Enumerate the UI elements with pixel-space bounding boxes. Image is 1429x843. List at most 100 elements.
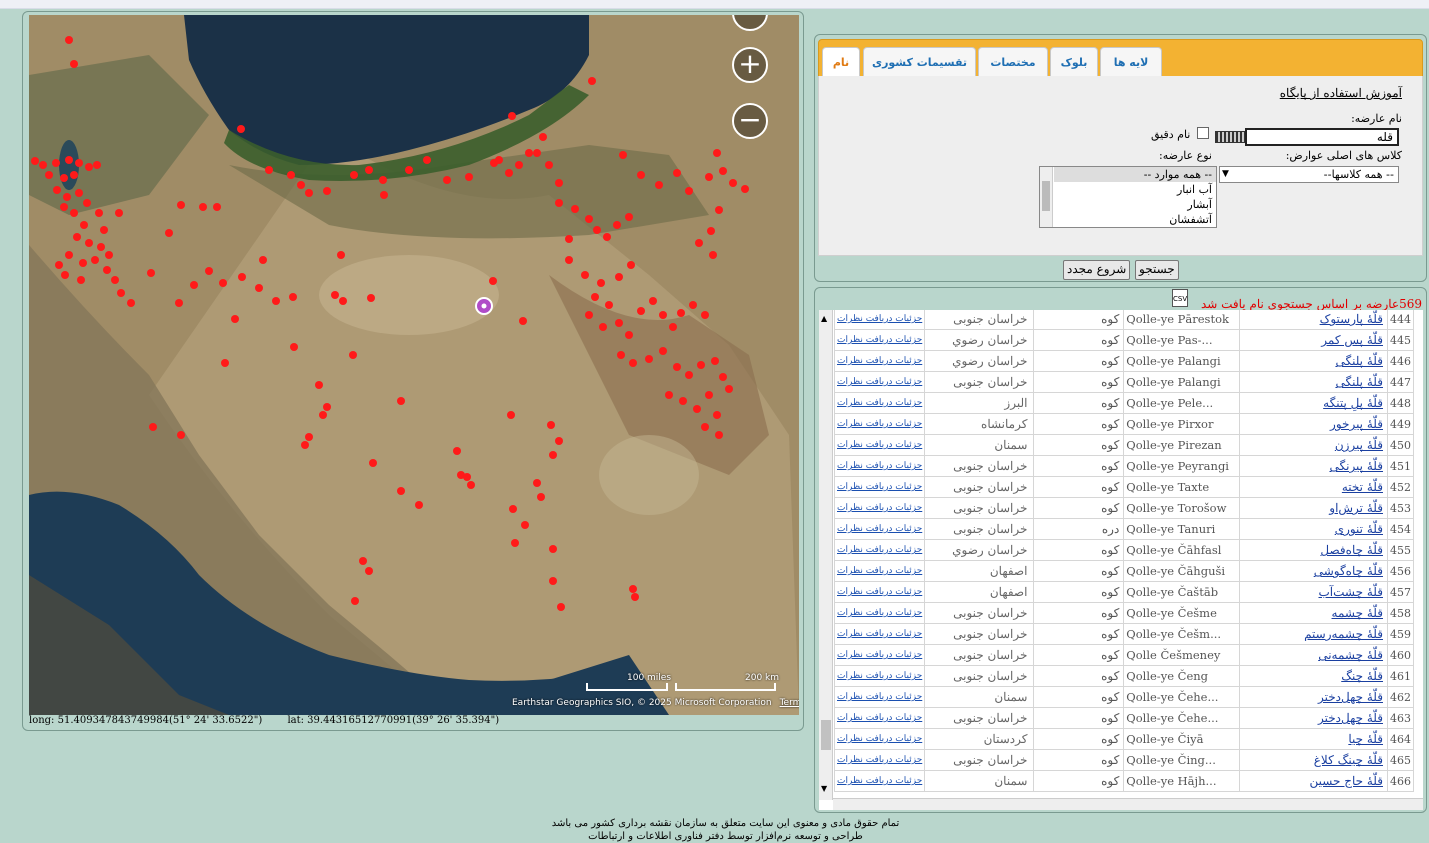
- keyboard-icon[interactable]: [1215, 131, 1245, 143]
- row-name-link[interactable]: قلّۀ چاه‌گوشی: [1239, 560, 1388, 582]
- row-province: خراسان جنوبی: [924, 749, 1035, 771]
- detail-link[interactable]: جزئیات دریافت نظرات: [833, 434, 926, 456]
- listbox-scrollbar[interactable]: [1040, 167, 1053, 227]
- row-number: 450: [1386, 434, 1415, 456]
- detail-link[interactable]: جزئیات دریافت نظرات: [833, 392, 926, 414]
- type-option[interactable]: آبشار: [1054, 197, 1216, 212]
- zoom-out-button[interactable]: −: [732, 103, 768, 139]
- detail-link[interactable]: جزئیات دریافت نظرات: [833, 497, 926, 519]
- detail-link[interactable]: جزئیات دریافت نظرات: [833, 413, 926, 435]
- row-name-link[interactable]: قلّۀ پلِ پتنگه: [1239, 392, 1388, 414]
- terms-link[interactable]: Terms: [780, 698, 799, 708]
- type-option[interactable]: آتشفشان: [1054, 212, 1216, 227]
- row-province: خراسان رضوي: [924, 329, 1035, 351]
- tab-divisions[interactable]: تقسيمات کشوری: [863, 47, 976, 79]
- tab-layers[interactable]: لايه ها: [1100, 47, 1162, 79]
- row-type: کوه: [1033, 392, 1125, 414]
- detail-link[interactable]: جزئیات دریافت نظرات: [833, 329, 926, 351]
- search-button[interactable]: جستجو: [1135, 260, 1179, 280]
- detail-link[interactable]: جزئیات دریافت نظرات: [833, 560, 926, 582]
- row-name-link[interactable]: قلّۀ پلنگی: [1239, 371, 1388, 393]
- detail-link[interactable]: جزئیات دریافت نظرات: [833, 539, 926, 561]
- row-name-link[interactable]: قلّۀ چشمه: [1239, 602, 1388, 624]
- class-select[interactable]: -- همه کلاسها-- ▼: [1219, 166, 1399, 183]
- row-type: کوه: [1033, 560, 1125, 582]
- result-count: 569عارضه بر اساس جستجوی نام یافت شد: [1200, 297, 1422, 311]
- detail-link[interactable]: جزئیات دریافت نظرات: [833, 665, 926, 687]
- detail-link[interactable]: جزئیات دریافت نظرات: [833, 602, 926, 624]
- detail-link[interactable]: جزئیات دریافت نظرات: [833, 476, 926, 498]
- row-name-link[interactable]: قلّۀ پیرنگی: [1239, 455, 1388, 477]
- help-link[interactable]: آموزش استفاده از پایگاه: [1280, 86, 1402, 100]
- row-name-link[interactable]: قلّۀ پلنگی: [1239, 350, 1388, 372]
- horizontal-scrollbar[interactable]: [833, 798, 1423, 810]
- row-name-link[interactable]: قلّۀ چهل‌دختر: [1239, 707, 1388, 729]
- row-name-link[interactable]: قلّۀ پیرزن: [1239, 434, 1388, 456]
- row-province: کردستان: [924, 728, 1035, 750]
- zoom-in-button[interactable]: +: [732, 47, 768, 83]
- scroll-down-icon[interactable]: ▼: [821, 784, 827, 793]
- tab-coordinates[interactable]: مختصات: [978, 47, 1048, 79]
- type-option[interactable]: -- همه موارد --: [1054, 167, 1216, 182]
- detail-link[interactable]: جزئیات دریافت نظرات: [833, 749, 926, 771]
- results-table-wrapper: ▲ ▼ جزئیات دریافت نظرات خراسان جنوبی کوه Qo…: [819, 310, 1423, 810]
- detail-link[interactable]: جزئیات دریافت نظرات: [833, 728, 926, 750]
- exact-checkbox[interactable]: [1197, 127, 1209, 139]
- row-name-link[interactable]: قلّۀ پیرخور: [1239, 413, 1388, 435]
- row-name-link[interactable]: قلّۀ چنگ: [1239, 665, 1388, 687]
- row-name-link[interactable]: قلّۀ حاج حسین: [1239, 770, 1388, 792]
- tab-block[interactable]: بلوک: [1050, 47, 1098, 79]
- table-row: جزئیات دریافت نظرات سمنان کوه Qolle-ye Hājh…: [833, 770, 1415, 792]
- row-latin-name: Qolle-ye Čeng: [1123, 665, 1241, 687]
- detail-link[interactable]: جزئیات دریافت نظرات: [833, 623, 926, 645]
- row-number: 454: [1386, 518, 1415, 540]
- map-imagery: [29, 15, 799, 715]
- csv-export-icon[interactable]: CSV: [1172, 289, 1188, 307]
- row-latin-name: Qolle-ye Češm...: [1123, 623, 1241, 645]
- detail-link[interactable]: جزئیات دریافت نظرات: [833, 518, 926, 540]
- detail-link[interactable]: جزئیات دریافت نظرات: [833, 455, 926, 477]
- row-province: خراسان جنوبی: [924, 644, 1035, 666]
- detail-link[interactable]: جزئیات دریافت نظرات: [833, 686, 926, 708]
- row-name-link[interactable]: قلّۀ پس کمر: [1239, 329, 1388, 351]
- row-type: کوه: [1033, 707, 1125, 729]
- detail-link[interactable]: جزئیات دریافت نظرات: [833, 770, 926, 792]
- detail-link[interactable]: جزئیات دریافت نظرات: [833, 644, 926, 666]
- detail-link[interactable]: جزئیات دریافت نظرات: [833, 371, 926, 393]
- footer-copyright: تمام حقوق مادی و معنوی این سایت متعلق به…: [551, 818, 900, 829]
- scroll-thumb[interactable]: [821, 720, 831, 750]
- tab-name[interactable]: نام: [822, 47, 860, 79]
- row-type: کوه: [1033, 749, 1125, 771]
- table-row: جزئیات دریافت نظرات خراسان جنوبی کوه Qolle-…: [833, 665, 1415, 687]
- row-number: 462: [1386, 686, 1415, 708]
- row-type: کوه: [1033, 434, 1125, 456]
- detail-link[interactable]: جزئیات دریافت نظرات: [833, 310, 926, 330]
- type-option[interactable]: آب انبار: [1054, 182, 1216, 197]
- row-name-link[interactable]: قلّۀ چاه‌فصل: [1239, 539, 1388, 561]
- detail-link[interactable]: جزئیات دریافت نظرات: [833, 707, 926, 729]
- table-row: جزئیات دریافت نظرات سمنان کوه Qolle-ye Čehe…: [833, 686, 1415, 708]
- row-name-link[interactable]: قلّۀ تخته: [1239, 476, 1388, 498]
- scale-bar-km: [675, 683, 776, 691]
- detail-link[interactable]: جزئیات دریافت نظرات: [833, 581, 926, 603]
- class-select-value: -- همه کلاسها--: [1323, 168, 1394, 181]
- row-number: 455: [1386, 539, 1415, 561]
- reset-button[interactable]: شروع مجدد: [1063, 260, 1131, 280]
- detail-link[interactable]: جزئیات دریافت نظرات: [833, 350, 926, 372]
- row-name-link[interactable]: قلّۀ تنوری: [1239, 518, 1388, 540]
- row-name-link[interactable]: قلّۀ چشمه‌نی: [1239, 644, 1388, 666]
- satellite-map[interactable]: + − 100 miles 200 km Earthstar Geographi…: [29, 15, 799, 715]
- row-name-link[interactable]: قلّۀ چشمه‌رستم: [1239, 623, 1388, 645]
- table-row: جزئیات دریافت نظرات خراسان جنوبی کوه Qolle-…: [833, 749, 1415, 771]
- row-name-link[interactable]: قلّۀ چشت‌آب: [1239, 581, 1388, 603]
- row-province: خراسان جنوبی: [924, 455, 1035, 477]
- row-name-link[interactable]: قلّۀ چیا: [1239, 728, 1388, 750]
- row-name-link[interactable]: قلّۀ ترش‌او: [1239, 497, 1388, 519]
- vertical-scrollbar[interactable]: ▲ ▼: [819, 310, 833, 800]
- row-name-link[interactable]: قلّۀ چینگ کلاغ: [1239, 749, 1388, 771]
- row-name-link[interactable]: قلّۀ پارستوک: [1239, 310, 1388, 330]
- type-listbox[interactable]: -- همه موارد -- آب انبار آبشار آتشفشان: [1039, 166, 1217, 228]
- row-name-link[interactable]: قلّۀ چهل‌دختر: [1239, 686, 1388, 708]
- scroll-up-icon[interactable]: ▲: [821, 314, 827, 323]
- name-input[interactable]: [1245, 128, 1399, 146]
